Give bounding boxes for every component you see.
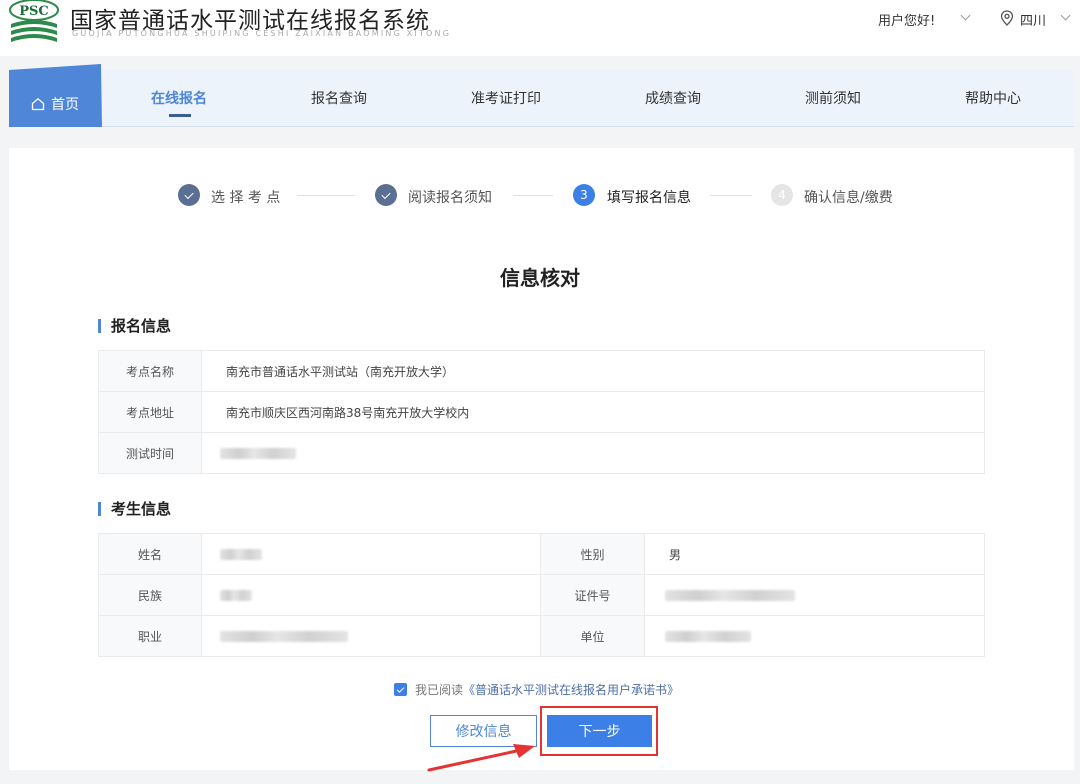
location-selector[interactable]: 四川 [1020, 10, 1046, 29]
step-divider [297, 195, 355, 196]
main-nav: 首页 在线报名 报名查询 准考证打印 成绩查询 测前须知 帮助中心 [9, 64, 1074, 127]
home-icon [31, 97, 45, 111]
nav-home-label[interactable]: 首页 [31, 94, 79, 114]
employer-label: 单位 [540, 615, 645, 657]
candidate-info-table: 姓名 性别 男 民族 证件号 职业 单位 [98, 533, 985, 657]
table-row: 职业 单位 [98, 615, 985, 657]
occupation-value [201, 615, 541, 657]
site-subtitle: GUOJIA PUTONGHUA SHUIPING CESHI ZAIXIAN … [72, 29, 452, 38]
svg-text:PSC: PSC [19, 4, 49, 19]
section-marker [98, 318, 101, 333]
name-label: 姓名 [98, 533, 202, 575]
agreement-checkbox[interactable] [394, 683, 407, 696]
agreement-link[interactable]: 《普通话水平测试在线报名用户承诺书》 [463, 681, 679, 698]
chevron-down-icon[interactable] [960, 10, 971, 21]
redacted-test-time [220, 448, 296, 459]
test-address-value: 南充市顺庆区西河南路38号南充开放大学校内 [201, 391, 985, 433]
annotation-highlight-box [540, 706, 658, 756]
ethnicity-value [201, 574, 541, 616]
step-1-label: 选 择 考 点 [211, 190, 281, 206]
nav-item-help-center[interactable]: 帮助中心 [965, 88, 1021, 108]
step-2-check-icon [375, 184, 397, 206]
test-time-value [201, 432, 985, 474]
redacted-id-number [665, 590, 795, 601]
nav-item-online-registration[interactable]: 在线报名 [151, 88, 207, 108]
annotation-arrow-icon [427, 744, 535, 772]
test-center-label: 考点名称 [98, 350, 202, 392]
name-value [201, 533, 541, 575]
nav-item-registration-query[interactable]: 报名查询 [311, 88, 367, 108]
table-row: 民族 证件号 [98, 574, 985, 616]
ethnicity-label: 民族 [98, 574, 202, 616]
test-center-value: 南充市普通话水平测试站（南充开放大学） [201, 350, 985, 392]
step-4-number: 4 [771, 184, 793, 206]
occupation-label: 职业 [98, 615, 202, 657]
table-row: 考点地址 南充市顺庆区西河南路38号南充开放大学校内 [98, 391, 985, 433]
id-number-value [644, 574, 985, 616]
section-marker [98, 501, 101, 516]
location-icon[interactable] [1000, 10, 1014, 26]
test-address-label: 考点地址 [98, 391, 202, 433]
redacted-occupation [220, 631, 348, 642]
redacted-employer [665, 631, 751, 642]
nav-item-score-query[interactable]: 成绩查询 [645, 88, 701, 108]
gender-value: 男 [644, 533, 985, 575]
step-2-label: 阅读报名须知 [408, 190, 492, 206]
table-row: 姓名 性别 男 [98, 533, 985, 575]
progress-steps: 选 择 考 点 阅读报名须知 3 填写报名信息 4 确认信息/缴费 [0, 184, 1080, 208]
registration-info-table: 考点名称 南充市普通话水平测试站（南充开放大学） 考点地址 南充市顺庆区西河南路… [98, 350, 985, 474]
page-title: 信息核对 [500, 266, 580, 290]
employer-value [644, 615, 985, 657]
user-menu[interactable]: 用户您好! [878, 10, 935, 29]
redacted-ethnicity [220, 590, 252, 601]
test-time-label: 测试时间 [98, 432, 202, 474]
top-bar: PSC 国家普通话水平测试在线报名系统 GUOJIA PUTONGHUA SHU… [0, 0, 1080, 56]
step-divider [513, 195, 553, 196]
step-divider [710, 195, 752, 196]
id-number-label: 证件号 [540, 574, 645, 616]
step-4-label: 确认信息/缴费 [804, 190, 893, 206]
step-1-check-icon [178, 184, 200, 206]
registration-section-title: 报名信息 [98, 315, 171, 336]
redacted-name [220, 549, 262, 560]
gender-label: 性别 [540, 533, 645, 575]
candidate-section-title: 考生信息 [98, 498, 171, 519]
table-row: 测试时间 [98, 432, 985, 474]
agreement-row: 我已阅读 《普通话水平测试在线报名用户承诺书》 [394, 681, 679, 698]
chevron-down-icon[interactable] [1060, 10, 1071, 21]
nav-item-test-notice[interactable]: 测前须知 [805, 88, 861, 108]
step-3-number: 3 [573, 184, 595, 206]
nav-active-indicator [169, 114, 191, 117]
nav-item-admission-ticket[interactable]: 准考证打印 [471, 88, 541, 108]
agreement-prefix: 我已阅读 [415, 683, 464, 697]
step-3-label: 填写报名信息 [607, 190, 691, 206]
table-row: 考点名称 南充市普通话水平测试站（南充开放大学） [98, 350, 985, 392]
psc-logo: PSC [9, 0, 59, 42]
